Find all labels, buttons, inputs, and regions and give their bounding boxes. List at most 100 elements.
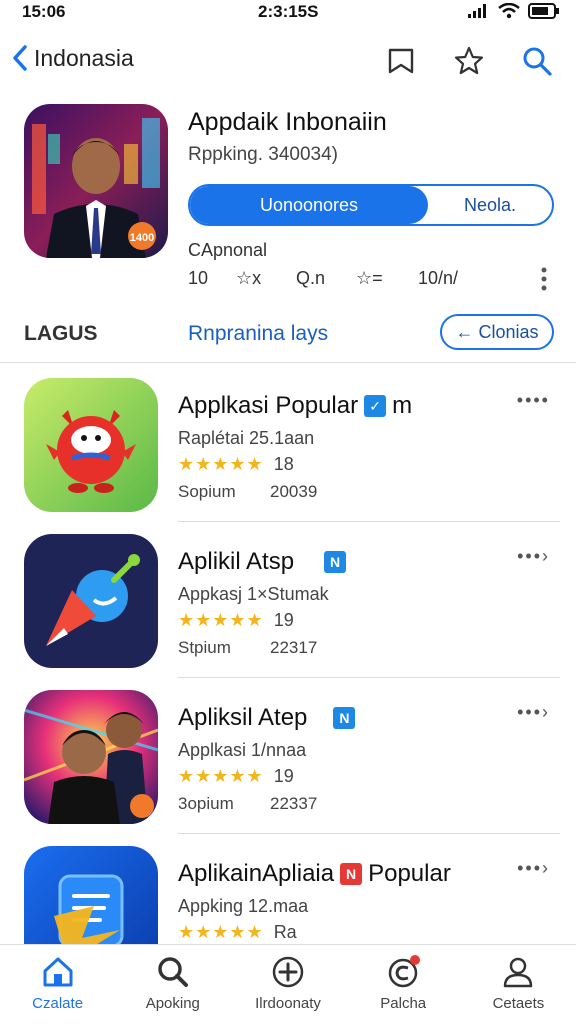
verified-badge-icon: N [324,551,347,573]
meta-rating-b: ☆= [356,268,383,288]
more-horizontal-icon[interactable]: •••› [517,858,550,879]
app-rating: ★★★★★ Ra [178,922,297,943]
app-subtitle: Appking 12.maa [178,896,309,916]
more-horizontal-icon[interactable]: •••• [517,390,550,411]
verified-badge-icon: ✓ [364,395,387,417]
section-filter-button[interactable]: ← Clonias [440,314,554,350]
list-item[interactable]: Applkasi Popular ✓ m Raplétai 25.1aan ★★… [0,366,576,522]
star-rating-icon: ★★★★★ [178,766,264,786]
favorite-button[interactable] [450,42,488,80]
star-rating-icon: ★★★★★ [178,610,264,630]
home-icon [39,953,77,991]
bookmark-icon [388,48,414,74]
app-footer: Sopium 20039 [178,482,378,502]
search-icon [523,47,552,76]
more-horizontal-icon[interactable]: •••› [517,702,550,723]
rating-value: Ra [273,922,297,942]
back-button[interactable]: Indonasia [12,44,134,72]
more-horizontal-icon[interactable]: •••› [517,546,550,567]
app-rating: ★★★★★ 18 [178,454,294,475]
app-footer-b: 22337 [270,794,318,813]
battery-icon [528,3,559,19]
meta-rating-a: ☆x [236,268,262,288]
featured-app-artwork[interactable]: 1400 [24,104,168,258]
tab-search[interactable]: Apoking [115,945,230,1024]
app-icon [24,690,158,824]
tab-label: Czalate [32,995,84,1012]
rating-value: 19 [273,610,294,630]
more-vertical-icon[interactable] [540,266,548,297]
featured-app-subtitle: Rppking. 340034) [188,144,338,165]
tab-bar: Czalate Apoking Ilrdoonaty Palcha Cetaet… [0,944,576,1024]
featured-app-category: CApnonal [188,240,268,260]
tab-home[interactable]: Czalate [0,945,115,1024]
list-item[interactable]: Aplikil Atsp N Appkasj 1×Stumak ★★★★★ 19… [0,522,576,678]
tab-label: Ilrdoonaty [255,995,321,1012]
tab-label: Palcha [380,995,427,1012]
status-clock-center: 2:3:15S [258,2,319,21]
app-footer-a: 3opium [178,794,234,813]
nav-actions [382,42,556,80]
app-title: Aplikil Atsp N [178,548,347,576]
app-title: Applkasi Popular ✓ m [178,392,412,420]
rating-value: 19 [273,766,294,786]
back-label: Indonasia [34,44,134,71]
section-title: LAGUS [24,322,98,345]
featured-app: 1400 Appdaik Inbonaiin Rppking. 340034) … [0,100,576,310]
app-title-suffix: Popular [368,860,451,887]
app-subtitle: Appkasj 1×Stumak [178,584,329,604]
app-rating: ★★★★★ 19 [178,766,294,787]
segmented-control: Uonoonores Neola. [188,184,554,226]
section-link[interactable]: Rnpranina lays [188,322,328,346]
app-icon [24,534,158,668]
tab-updates[interactable]: Palcha [346,945,461,1024]
app-footer-b: 20039 [270,482,318,501]
star-outline-icon [454,46,484,75]
plus-circle-icon [269,953,307,991]
featured-app-title: Appdaik Inbonaiin [188,108,387,136]
app-title-text: Aplikil Atsp [178,548,295,575]
segment-primary[interactable]: Uonoonores [190,186,428,224]
tab-label: Cetaets [492,995,545,1012]
app-title: AplikainApliaia N Popular [178,860,451,888]
chevron-left-icon [13,45,27,71]
wifi-icon [498,3,520,19]
badge-icon: N [340,863,363,885]
app-title-text: Apliksil Atep [178,704,308,731]
star-rating-icon: ★★★★★ [178,454,264,474]
app-subtitle: Raplétai 25.1aan [178,428,315,448]
tab-label: Apoking [145,995,200,1012]
app-footer-a: Sopium [178,482,236,501]
search-button[interactable] [518,42,556,80]
tab-profile[interactable]: Cetaets [461,945,576,1024]
user-icon [499,953,537,991]
meta-age: 10/n/ [418,268,459,288]
meta-size: Q.n [296,268,326,288]
bookmark-button[interactable] [382,42,420,80]
list-item[interactable]: Apliksil Atep N Applkasi 1/nnaa ★★★★★ 19… [0,678,576,834]
app-title-text: AplikainApliaia [178,860,335,887]
meta-count: 10 [188,268,209,288]
verified-badge-icon: N [333,707,356,729]
app-footer: Stpium 22317 [178,638,378,658]
status-bar: 15:06 2:3:15S [0,0,576,26]
nav-bar: Indonasia [0,38,576,86]
notification-icon [384,953,422,991]
app-subtitle: Applkasi 1/nnaa [178,740,307,760]
system-icons [468,3,560,19]
app-footer-a: Stpium [178,638,231,657]
segment-secondary[interactable]: Neola. [428,186,552,224]
status-time: 15:06 [22,2,66,21]
signal-icon [468,4,486,18]
app-title: Apliksil Atep N [178,704,356,732]
search-icon [154,953,192,991]
app-title-text: Applkasi Popular [178,392,359,419]
star-rating-icon: ★★★★★ [178,922,264,942]
app-footer-b: 22317 [270,638,318,657]
app-footer: 3opium 22337 [178,794,378,814]
section-header: LAGUS Rnpranina lays ← Clonias [0,310,576,358]
tab-add[interactable]: Ilrdoonaty [230,945,345,1024]
featured-app-meta: 10 ☆x Q.n ☆= 10/n/ [188,266,558,297]
rating-value: 18 [273,454,294,474]
app-rating: ★★★★★ 19 [178,610,294,631]
